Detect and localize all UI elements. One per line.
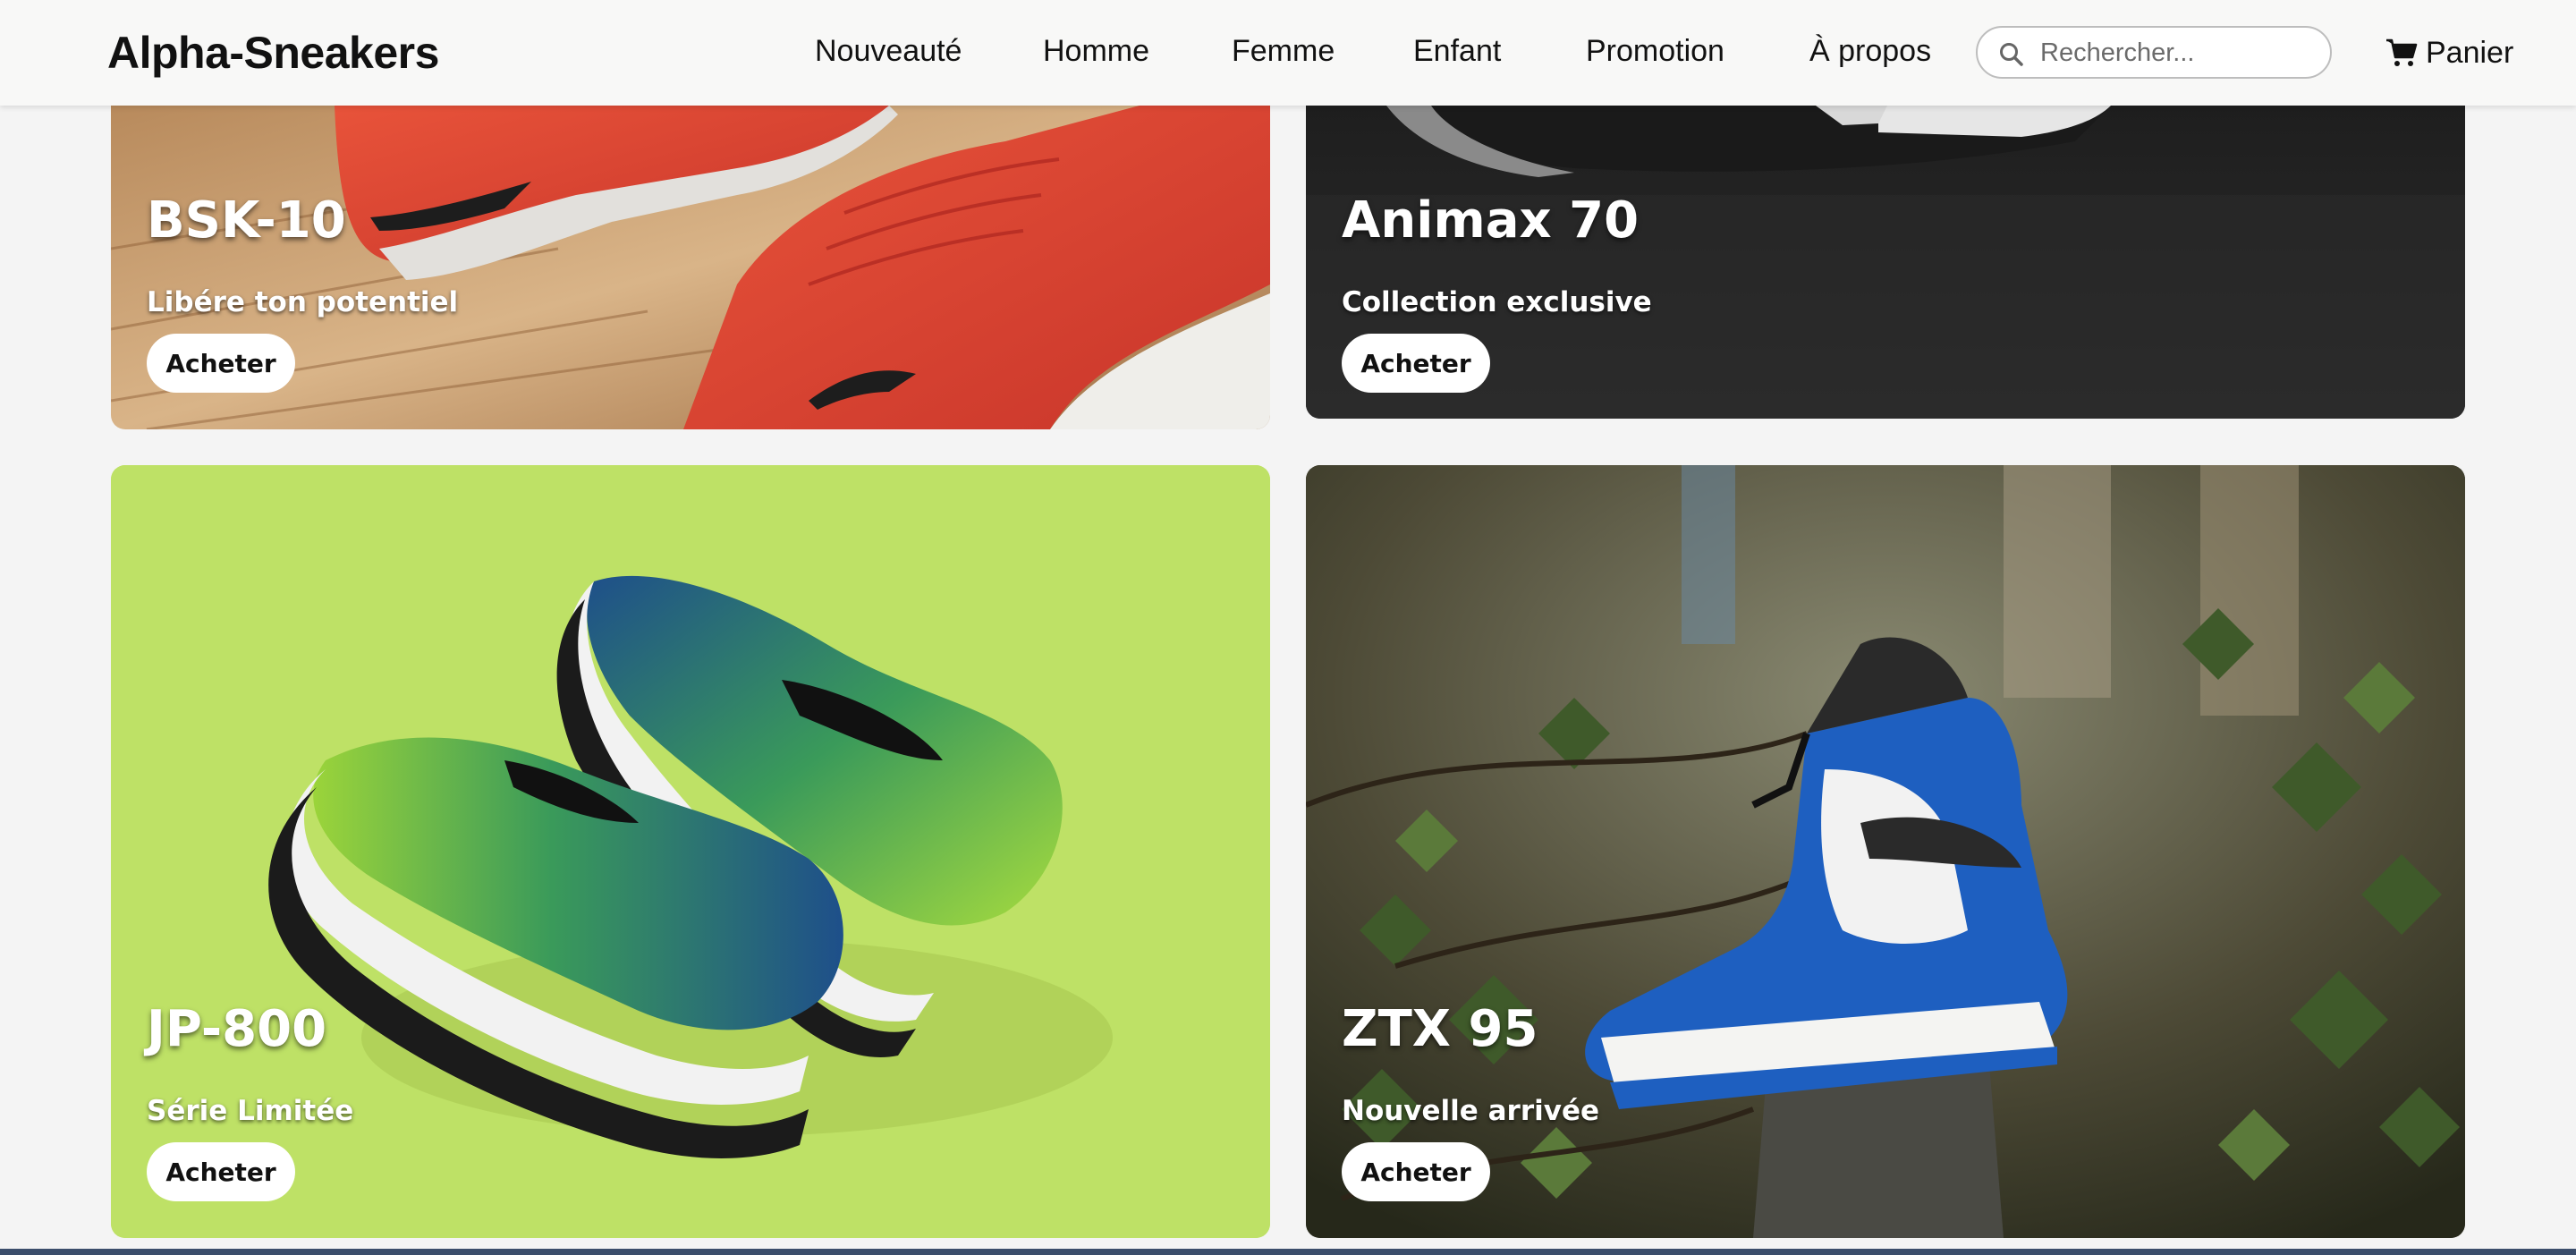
cart-link[interactable]: Panier (2385, 32, 2513, 73)
buy-button[interactable]: Acheter (1342, 334, 1490, 393)
nav-link-nouveaute[interactable]: Nouveauté (815, 34, 962, 69)
search-box[interactable] (1976, 26, 2332, 79)
product-title: Animax 70 (1342, 191, 1640, 250)
product-card-bsk-10: BSK-10 Libére ton potentiel Acheter (111, 106, 1270, 429)
site-header: Alpha-Sneakers Nouveauté Homme Femme Enf… (0, 0, 2576, 106)
cart-icon (2386, 38, 2418, 66)
search-icon (2000, 43, 2023, 66)
product-title: BSK-10 (147, 191, 346, 250)
nav-link-homme[interactable]: Homme (1043, 34, 1149, 69)
product-title: ZTX 95 (1342, 1000, 1538, 1058)
window-bottom-edge (0, 1249, 2576, 1255)
product-tagline: Libére ton potentiel (147, 286, 459, 318)
cart-label: Panier (2426, 35, 2514, 70)
buy-button[interactable]: Acheter (147, 1142, 295, 1201)
nav-link-a-propos[interactable]: À propos (1809, 34, 1931, 69)
site-logo[interactable]: Alpha-Sneakers (107, 27, 439, 79)
product-card-animax-70: Animax 70 Collection exclusive Acheter (1306, 106, 2465, 419)
search-input[interactable] (2040, 35, 2318, 71)
nav-link-enfant[interactable]: Enfant (1413, 34, 1501, 69)
product-tagline: Nouvelle arrivée (1342, 1095, 1599, 1127)
buy-button[interactable]: Acheter (1342, 1142, 1490, 1201)
nav-link-femme[interactable]: Femme (1232, 34, 1335, 69)
product-tagline: Collection exclusive (1342, 286, 1652, 318)
product-tagline: Série Limitée (147, 1095, 354, 1127)
nav-link-promotion[interactable]: Promotion (1586, 34, 1724, 69)
product-title: JP-800 (147, 1000, 327, 1058)
product-card-jp-800: JP-800 Série Limitée Acheter (111, 465, 1270, 1238)
buy-button[interactable]: Acheter (147, 334, 295, 393)
product-card-ztx-95: ZTX 95 Nouvelle arrivée Acheter (1306, 465, 2465, 1238)
